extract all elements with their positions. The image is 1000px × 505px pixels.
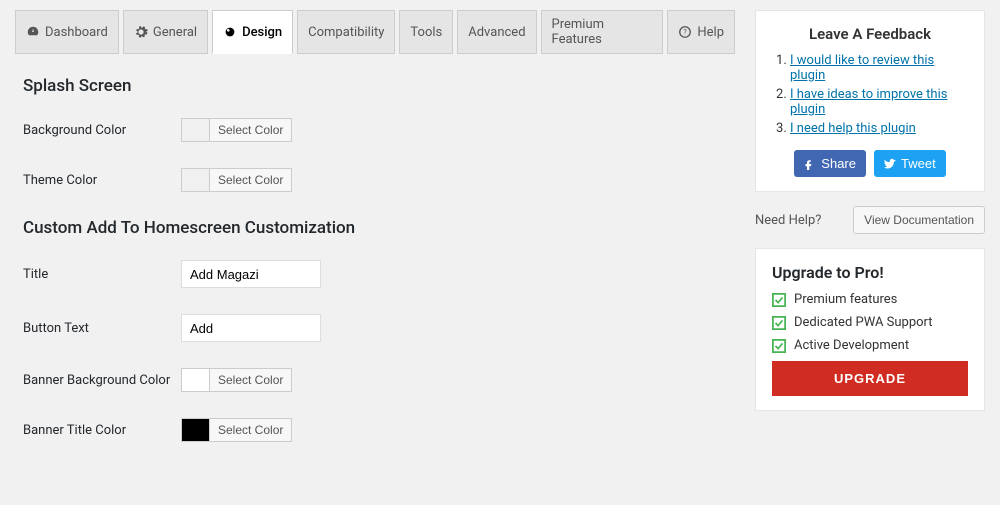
field-label: Banner Background Color <box>23 373 181 388</box>
tabs: Dashboard General Design Compatibility T… <box>15 10 735 54</box>
tab-label: General <box>153 25 197 40</box>
banner-title-color-picker[interactable]: Select Color <box>181 418 292 442</box>
dashboard-icon <box>26 25 40 39</box>
field-banner-bg-color: Banner Background Color Select Color <box>23 368 735 392</box>
button-text-input[interactable] <box>181 314 321 342</box>
banner-bg-color-picker[interactable]: Select Color <box>181 368 292 392</box>
need-help-text: Need Help? <box>755 213 821 228</box>
field-theme-color: Theme Color Select Color <box>23 168 735 192</box>
paint-icon <box>223 25 237 39</box>
field-banner-title-color: Banner Title Color Select Color <box>23 418 735 442</box>
color-swatch <box>182 169 210 191</box>
pro-item-label: Dedicated PWA Support <box>794 315 933 330</box>
svg-text:?: ? <box>684 29 688 37</box>
tab-dashboard[interactable]: Dashboard <box>15 10 119 54</box>
tab-help[interactable]: ? Help <box>667 10 735 54</box>
field-label: Button Text <box>23 321 181 336</box>
field-label: Background Color <box>23 123 181 138</box>
tab-premium[interactable]: Premium Features <box>541 10 664 54</box>
share-label: Share <box>821 156 856 171</box>
tab-design[interactable]: Design <box>212 10 293 54</box>
tab-label: Dashboard <box>45 25 108 40</box>
field-label: Banner Title Color <box>23 423 181 438</box>
gear-icon <box>134 25 148 39</box>
pro-box: Upgrade to Pro! Premium features Dedicat… <box>755 248 985 411</box>
tab-tools[interactable]: Tools <box>399 10 453 54</box>
facebook-icon <box>804 158 816 170</box>
pro-title: Upgrade to Pro! <box>772 263 968 282</box>
field-title: Title <box>23 260 735 288</box>
help-icon: ? <box>678 25 692 39</box>
twitter-icon <box>884 158 896 170</box>
help-row: Need Help? View Documentation <box>755 206 985 234</box>
color-swatch <box>182 119 210 141</box>
share-twitter-button[interactable]: Tweet <box>874 150 946 177</box>
color-button-label: Select Color <box>210 123 291 137</box>
theme-color-picker[interactable]: Select Color <box>181 168 292 192</box>
field-label: Title <box>23 267 181 282</box>
feedback-box: Leave A Feedback I would like to review … <box>755 10 985 192</box>
color-button-label: Select Color <box>210 373 291 387</box>
tab-label: Design <box>242 25 282 40</box>
check-icon <box>772 339 786 353</box>
share-facebook-button[interactable]: Share <box>794 150 866 177</box>
color-button-label: Select Color <box>210 173 291 187</box>
section-title-homescreen: Custom Add To Homescreen Customization <box>23 218 735 238</box>
tab-general[interactable]: General <box>123 10 208 54</box>
field-button-text: Button Text <box>23 314 735 342</box>
tab-label: Help <box>697 25 724 40</box>
field-background-color: Background Color Select Color <box>23 118 735 142</box>
tab-compatibility[interactable]: Compatibility <box>297 10 395 54</box>
upgrade-button[interactable]: UPGRADE <box>772 361 968 396</box>
tab-advanced[interactable]: Advanced <box>457 10 536 54</box>
field-label: Theme Color <box>23 173 181 188</box>
tab-label: Compatibility <box>308 25 384 40</box>
color-swatch <box>182 419 210 441</box>
pro-item: Active Development <box>772 338 968 353</box>
pro-item-label: Active Development <box>794 338 909 353</box>
feedback-title: Leave A Feedback <box>772 25 968 43</box>
background-color-picker[interactable]: Select Color <box>181 118 292 142</box>
check-icon <box>772 316 786 330</box>
color-swatch <box>182 369 210 391</box>
feedback-link-review[interactable]: I would like to review this plugin <box>790 53 934 83</box>
section-title-splash: Splash Screen <box>23 76 735 96</box>
view-documentation-button[interactable]: View Documentation <box>853 206 985 234</box>
pro-item-label: Premium features <box>794 292 897 307</box>
feedback-link-help[interactable]: I need help this plugin <box>790 121 916 136</box>
color-button-label: Select Color <box>210 423 291 437</box>
tab-label: Premium Features <box>552 17 653 47</box>
tab-label: Tools <box>410 25 442 40</box>
pro-item: Premium features <box>772 292 968 307</box>
tab-label: Advanced <box>468 25 525 40</box>
title-input[interactable] <box>181 260 321 288</box>
feedback-link-ideas[interactable]: I have ideas to improve this plugin <box>790 87 947 117</box>
pro-item: Dedicated PWA Support <box>772 315 968 330</box>
tweet-label: Tweet <box>901 156 936 171</box>
check-icon <box>772 293 786 307</box>
